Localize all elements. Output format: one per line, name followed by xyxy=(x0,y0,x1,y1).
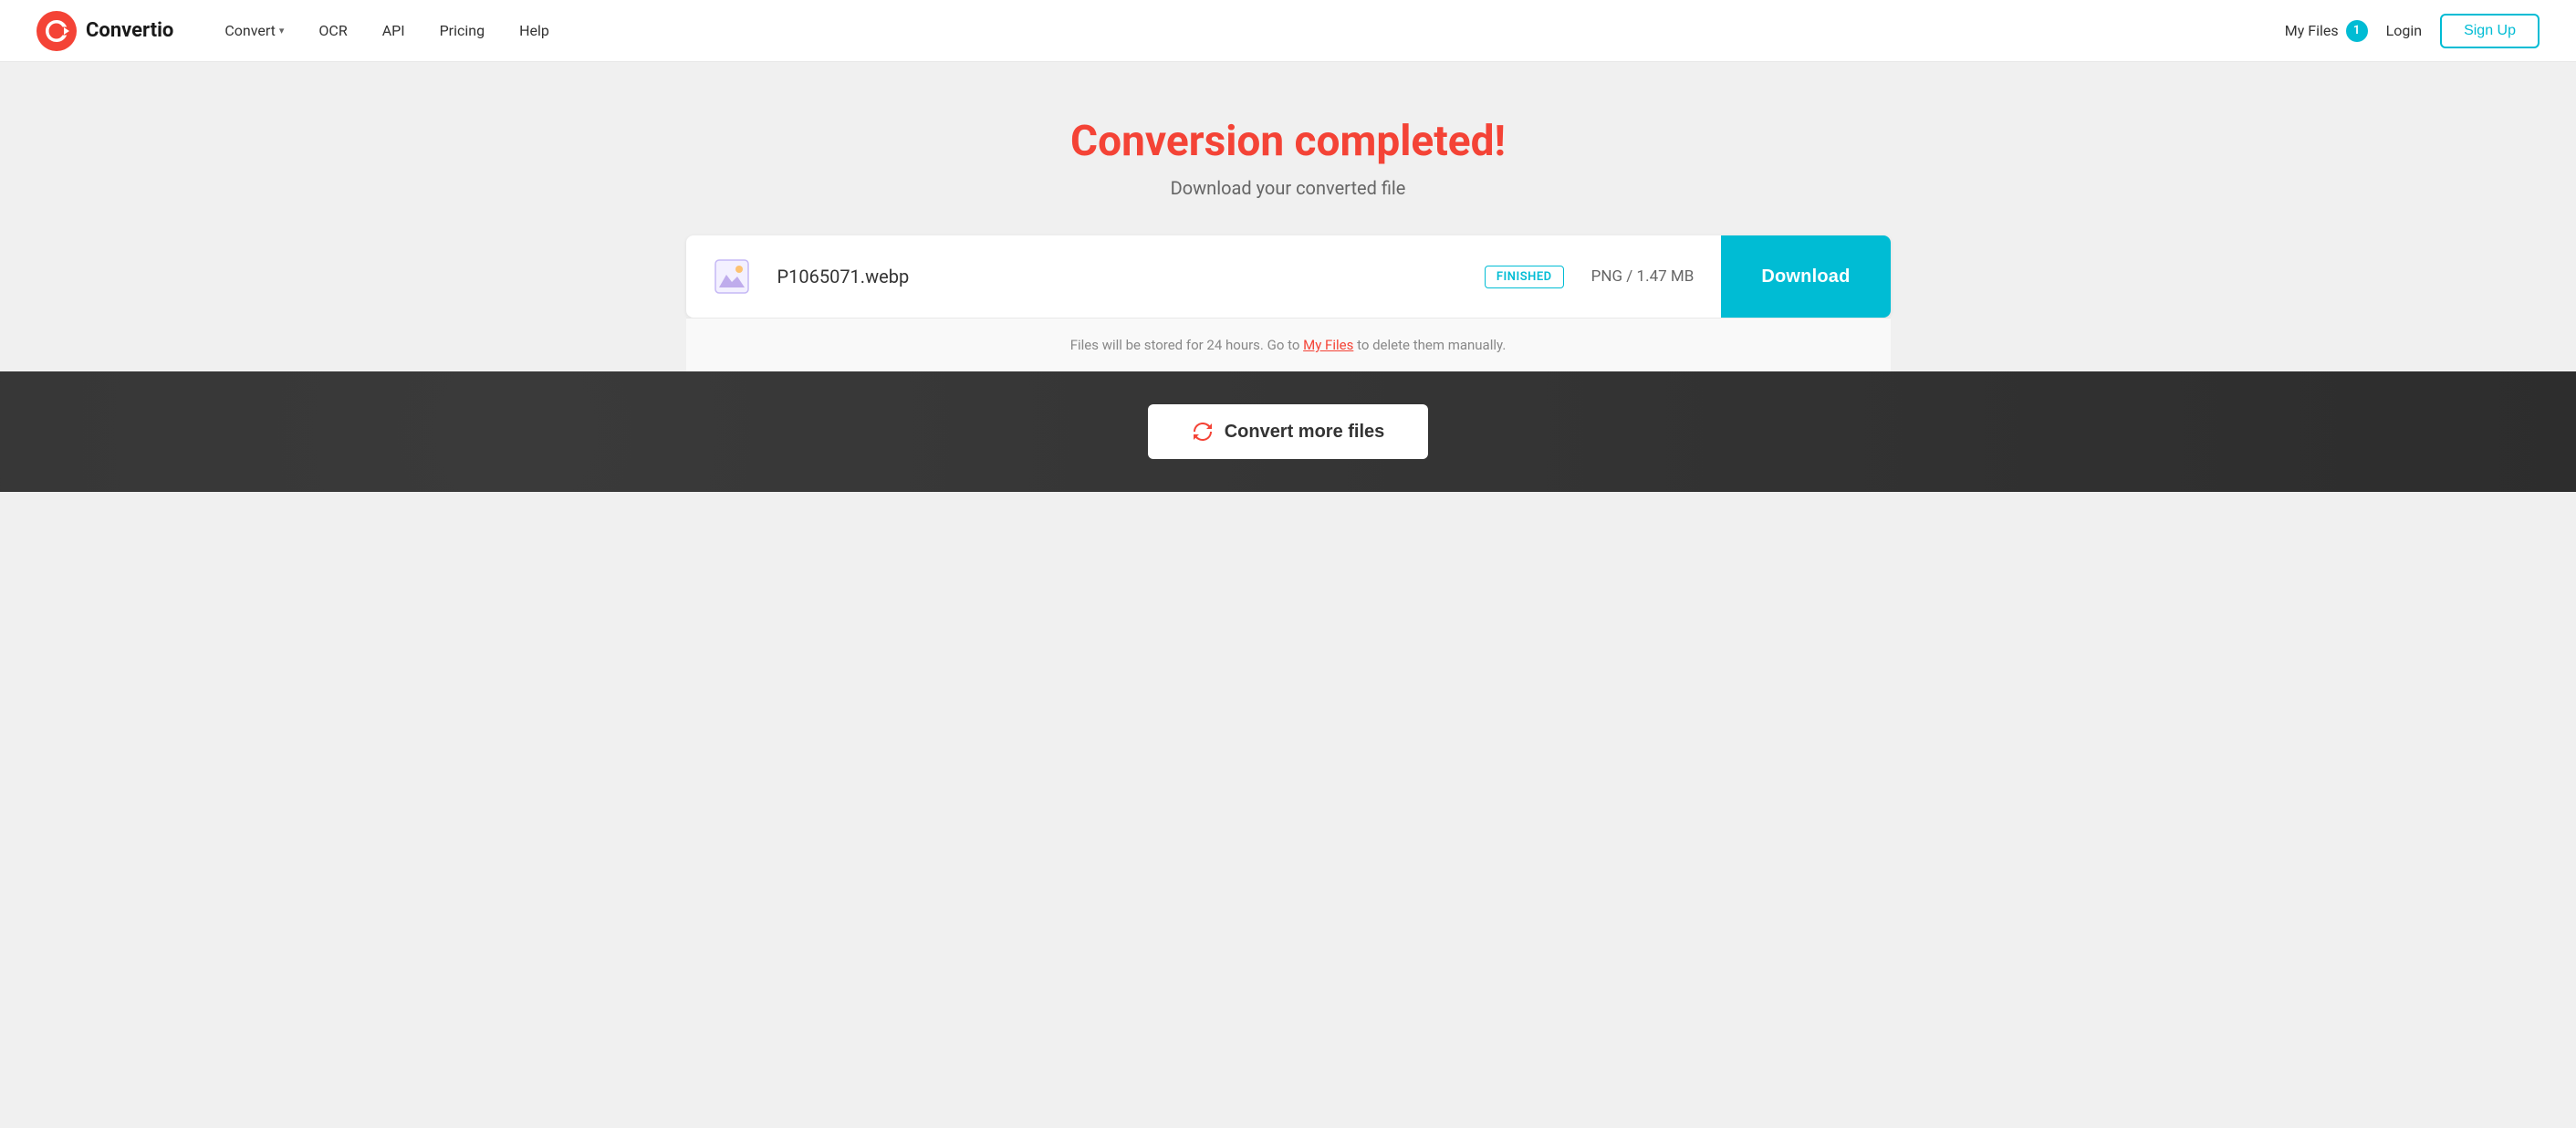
my-files-button[interactable]: My Files 1 xyxy=(2285,20,2368,42)
storage-text-before: Files will be stored for 24 hours. Go to xyxy=(1070,337,1303,353)
page-title: Conversion completed! xyxy=(37,117,2539,166)
file-type-icon xyxy=(712,256,752,297)
nav-ocr[interactable]: OCR xyxy=(304,15,361,47)
header: Convertio Convert ▾ OCR API Pricing Help… xyxy=(0,0,2576,62)
logo[interactable]: Convertio xyxy=(37,11,173,51)
bottom-space xyxy=(0,492,2576,565)
storage-notice: Files will be stored for 24 hours. Go to… xyxy=(686,318,1891,371)
file-card: P1065071.webp FINISHED PNG / 1.47 MB Dow… xyxy=(686,235,1891,318)
hero-section: Conversion completed! Download your conv… xyxy=(0,62,2576,235)
file-status-badge: FINISHED xyxy=(1485,266,1564,288)
main-content: Conversion completed! Download your conv… xyxy=(0,62,2576,1128)
header-right: My Files 1 Login Sign Up xyxy=(2285,14,2539,48)
convert-more-label: Convert more files xyxy=(1225,422,1385,443)
nav-convert[interactable]: Convert ▾ xyxy=(210,15,298,47)
file-section: P1065071.webp FINISHED PNG / 1.47 MB Dow… xyxy=(650,235,1927,371)
refresh-icon xyxy=(1192,421,1214,443)
main-nav: Convert ▾ OCR API Pricing Help xyxy=(210,15,2284,47)
my-files-link[interactable]: My Files xyxy=(1303,337,1353,353)
file-name: P1065071.webp xyxy=(777,266,1485,287)
file-meta: PNG / 1.47 MB xyxy=(1591,267,1695,286)
nav-pricing[interactable]: Pricing xyxy=(425,15,500,47)
nav-api[interactable]: API xyxy=(368,15,420,47)
my-files-label: My Files xyxy=(2285,22,2339,39)
storage-text-after: to delete them manually. xyxy=(1353,337,1506,353)
my-files-badge: 1 xyxy=(2346,20,2368,42)
convert-more-section: Convert more files xyxy=(0,371,2576,492)
download-button[interactable]: Download xyxy=(1721,235,1890,318)
logo-icon xyxy=(37,11,77,51)
file-icon-area xyxy=(686,256,777,297)
chevron-down-icon: ▾ xyxy=(279,25,285,37)
logo-text: Convertio xyxy=(86,19,173,42)
convert-more-button[interactable]: Convert more files xyxy=(1148,404,1429,459)
signup-button[interactable]: Sign Up xyxy=(2440,14,2539,48)
hero-subtitle: Download your converted file xyxy=(37,177,2539,199)
login-button[interactable]: Login xyxy=(2386,22,2422,39)
nav-help[interactable]: Help xyxy=(505,15,564,47)
